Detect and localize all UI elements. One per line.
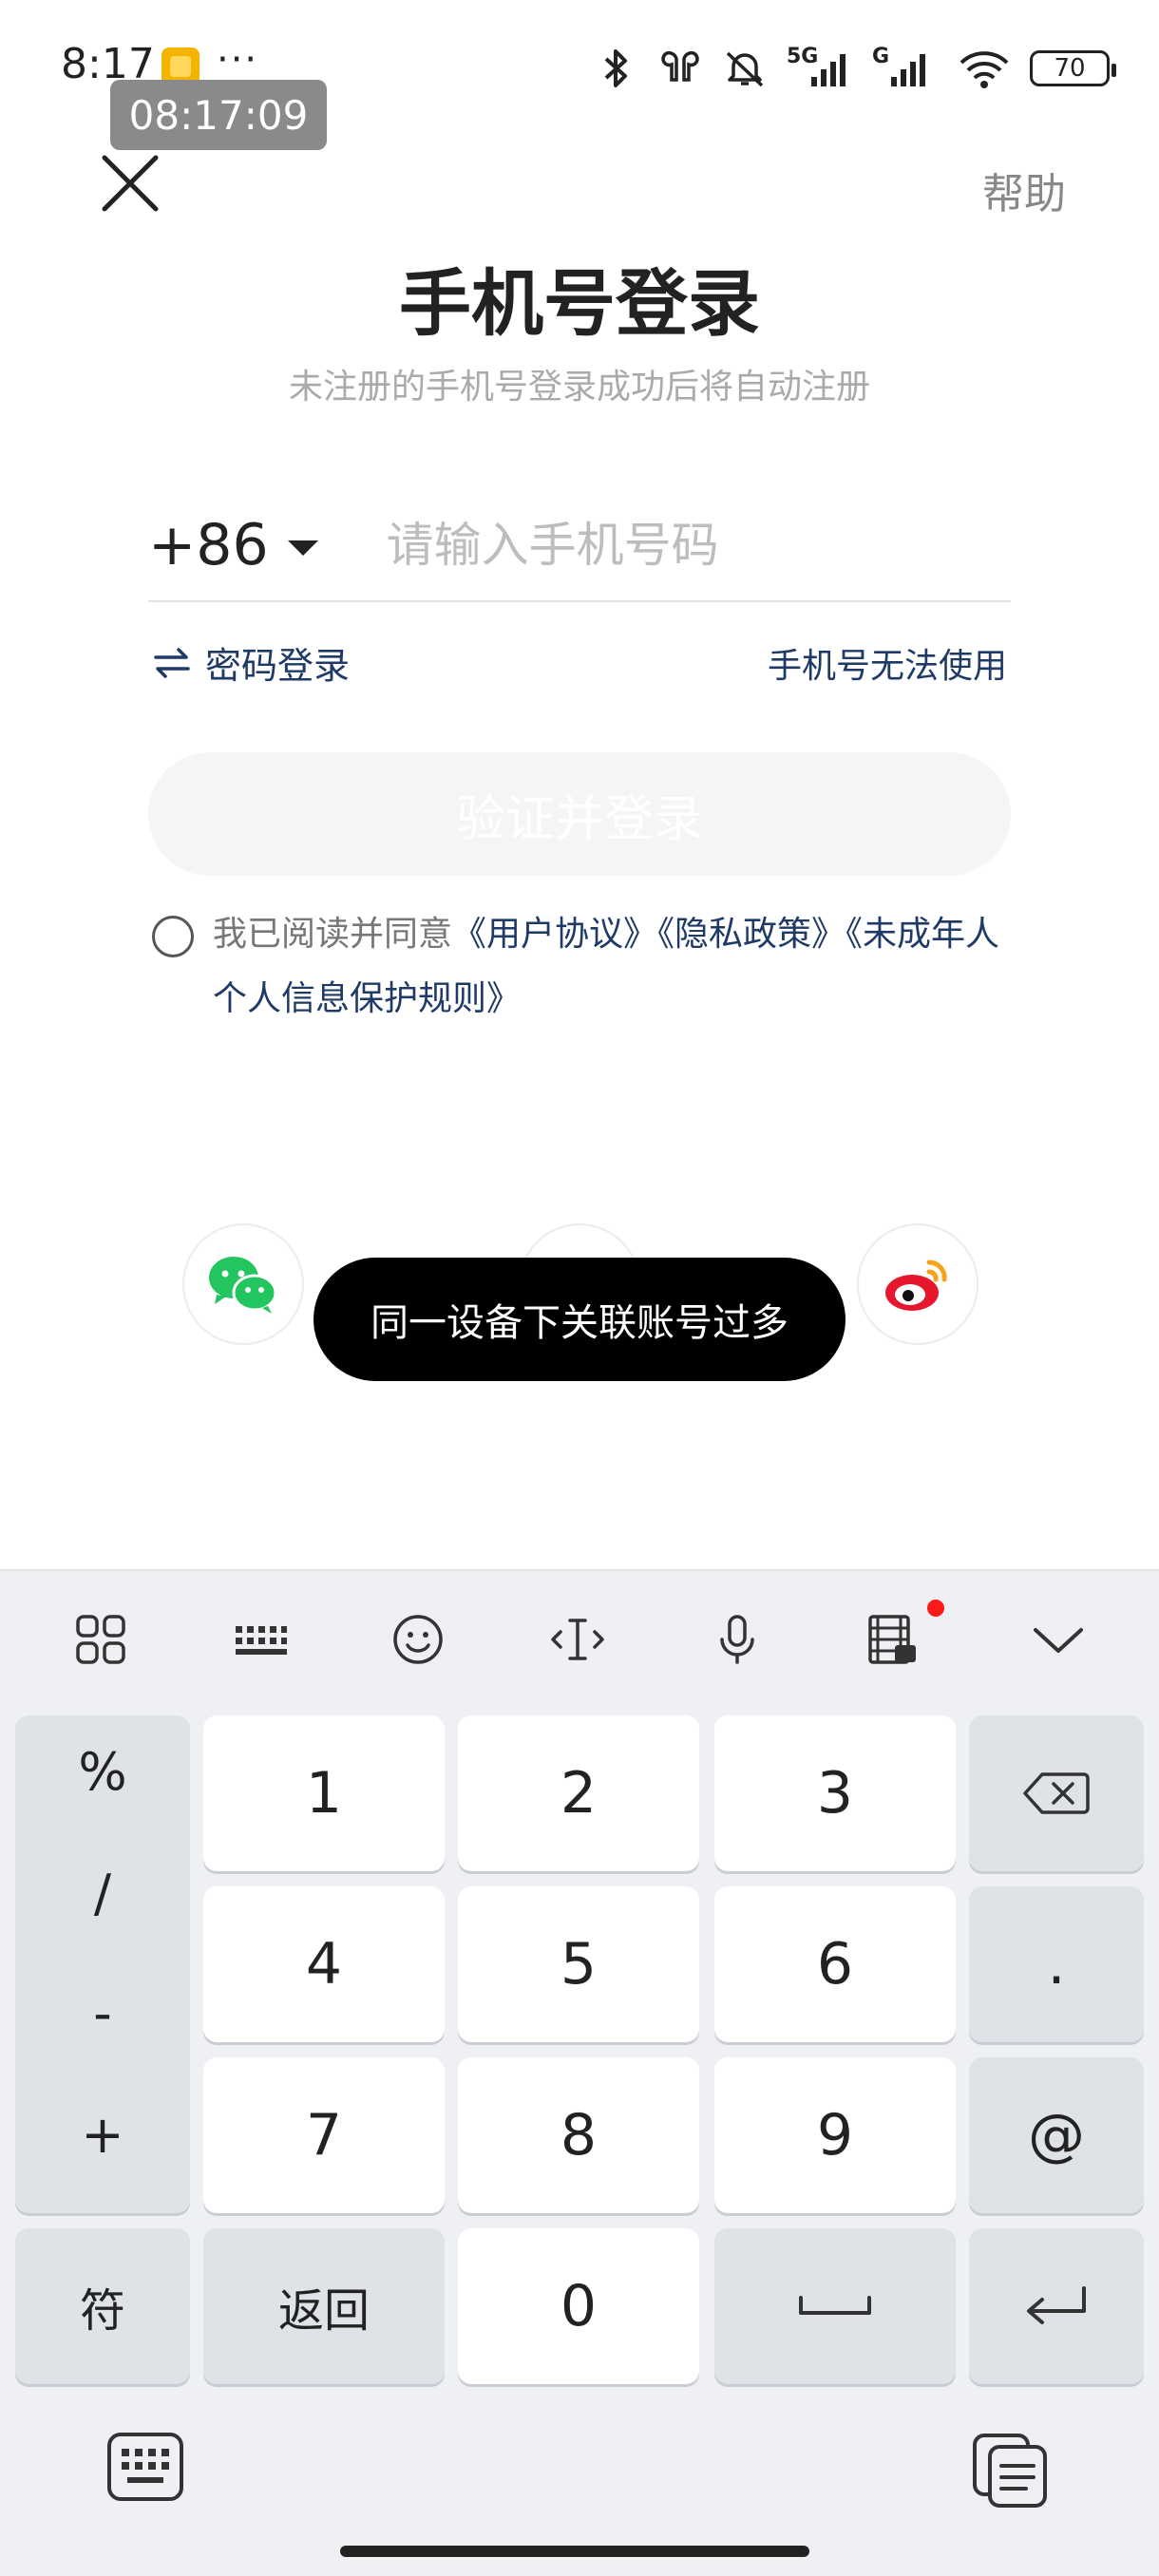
key-slash[interactable]: /	[15, 1864, 190, 1923]
more-notifications: ···	[217, 38, 259, 82]
space-icon	[799, 2296, 871, 2315]
status-bar: 8:17 ··· 08:17:09 5G G 70	[0, 0, 1159, 150]
earbuds-icon	[661, 50, 699, 82]
status-icons: 5G G 70	[593, 42, 1116, 95]
swap-icon	[154, 647, 190, 678]
key-6[interactable]: 6	[714, 1886, 956, 2042]
microphone-icon[interactable]	[709, 1611, 766, 1668]
key-0[interactable]: 0	[458, 2228, 699, 2384]
chevron-down-icon[interactable]	[1030, 1611, 1087, 1668]
page-title: 手机号登录	[399, 261, 760, 346]
key-minus[interactable]: -	[15, 1983, 190, 2043]
key-percent[interactable]: %	[15, 1742, 190, 1802]
password-login-label: 密码登录	[205, 645, 351, 687]
agreement-radio[interactable]	[152, 916, 194, 957]
keyboard-layout-icon[interactable]	[232, 1611, 289, 1668]
keyboard-toolbar	[0, 1571, 1159, 1704]
key-5[interactable]: 5	[458, 1886, 699, 2042]
country-code-selector[interactable]: +86	[148, 512, 318, 578]
password-login-link[interactable]: 密码登录	[152, 636, 350, 689]
wechat-login-button[interactable]	[182, 1223, 304, 1345]
toast-message: 同一设备下关联账号过多	[314, 1258, 846, 1381]
space-key[interactable]	[714, 2228, 956, 2384]
wifi-icon	[960, 51, 1009, 88]
enter-key[interactable]	[969, 2228, 1144, 2384]
wechat-icon	[209, 1257, 277, 1314]
symbol-column[interactable]: % / - +	[15, 1715, 190, 2213]
signal-icon: G	[872, 45, 939, 92]
back-key[interactable]: 返回	[203, 2228, 445, 2384]
privacy-policy-link[interactable]: 《隐私政策》	[657, 915, 846, 954]
verify-login-button[interactable]: 验证并登录	[148, 752, 1011, 876]
help-link[interactable]: 帮助	[982, 160, 1066, 220]
phone-input-row: +86	[148, 490, 1011, 602]
chevron-down-icon	[287, 540, 318, 556]
signal-icon: 5G	[787, 45, 853, 92]
close-icon[interactable]	[99, 152, 162, 215]
key-plus[interactable]: +	[15, 2105, 190, 2165]
mute-icon	[726, 51, 764, 87]
agreement-text: 我已阅读并同意《用户协议》《隐私政策》《未成年人个人信息保护规则》	[213, 902, 1007, 1032]
key-7[interactable]: 7	[203, 2057, 445, 2213]
backspace-key[interactable]	[969, 1715, 1144, 1871]
key-3[interactable]: 3	[714, 1715, 956, 1871]
backspace-icon	[1023, 1772, 1090, 1814]
key-9[interactable]: 9	[714, 2057, 956, 2213]
agreement-prefix: 我已阅读并同意	[213, 915, 453, 954]
page-subtitle: 未注册的手机号登录成功后将自动注册	[288, 368, 870, 407]
key-1[interactable]: 1	[203, 1715, 445, 1871]
weibo-login-button[interactable]	[857, 1223, 978, 1345]
emoji-icon[interactable]	[390, 1611, 446, 1668]
key-at[interactable]: @	[969, 2057, 1144, 2213]
notification-dot	[927, 1600, 944, 1617]
screen-record-timer: 08:17:09	[110, 80, 327, 150]
enter-icon	[1027, 2286, 1086, 2324]
apps-grid-icon[interactable]	[72, 1611, 129, 1668]
key-4[interactable]: 4	[203, 1886, 445, 2042]
cursor-icon[interactable]	[549, 1611, 606, 1668]
numeric-keyboard: % / - + 1 2 3 4 5 6 . 7 8 9 @ 符 返回 0	[0, 1569, 1159, 2576]
battery-icon: 70	[1030, 50, 1116, 86]
bluetooth-icon	[604, 49, 627, 87]
battery-level: 70	[1054, 54, 1086, 83]
phone-number-input[interactable]	[386, 518, 1011, 573]
symbols-key[interactable]: 符	[15, 2228, 190, 2384]
weibo-icon	[885, 1260, 947, 1311]
country-code: +86	[148, 512, 269, 578]
clip-video-icon[interactable]	[864, 1611, 922, 1668]
user-agreement-link[interactable]: 《用户协议》	[452, 915, 657, 954]
agreement-row: 我已阅读并同意《用户协议》《隐私政策》《未成年人个人信息保护规则》	[152, 902, 1007, 1032]
key-8[interactable]: 8	[458, 2057, 699, 2213]
phone-unavailable-link[interactable]: 手机号无法使用	[768, 638, 1007, 688]
keyboard-switch-icon[interactable]	[106, 2432, 184, 2504]
home-indicator[interactable]	[340, 2546, 809, 2557]
clipboard-icon[interactable]	[971, 2432, 1049, 2510]
key-dot[interactable]: .	[969, 1886, 1144, 2042]
key-2[interactable]: 2	[458, 1715, 699, 1871]
